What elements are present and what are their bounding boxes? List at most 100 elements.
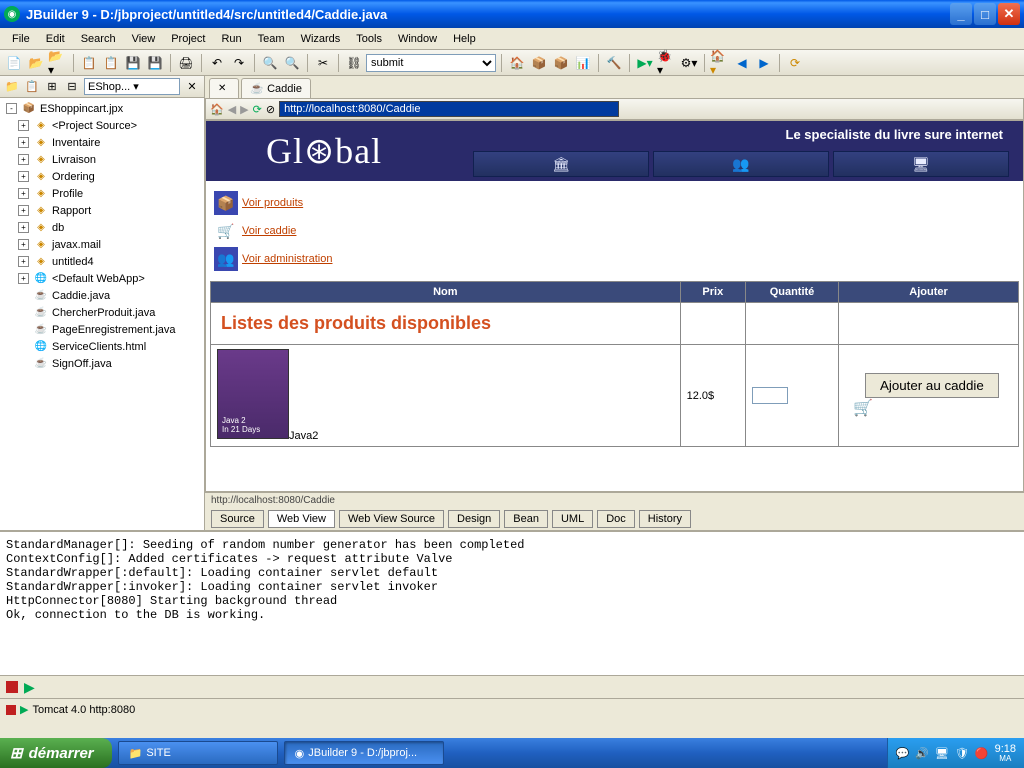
view-tab-design[interactable]: Design — [448, 510, 500, 528]
sidebar-icon2[interactable]: 📋 — [24, 79, 40, 95]
open-icon[interactable]: 📂 — [26, 53, 46, 73]
maximize-button[interactable]: □ — [974, 3, 996, 25]
tree-item[interactable]: ☕PageEnregistrement.java — [2, 321, 202, 338]
refresh-icon[interactable]: ⟳ — [785, 53, 805, 73]
tree-item[interactable]: -📦EShoppincart.jpx — [2, 100, 202, 117]
close-button[interactable]: ✕ — [998, 3, 1020, 25]
tree-item[interactable]: +◈Inventaire — [2, 134, 202, 151]
tree-item[interactable]: ☕SignOff.java — [2, 355, 202, 372]
menu-edit[interactable]: Edit — [38, 31, 73, 47]
debug-icon[interactable]: 🐞▾ — [657, 53, 677, 73]
menu-file[interactable]: File — [4, 31, 38, 47]
add-to-cart-button[interactable]: Ajouter au caddie — [865, 373, 999, 398]
browser-back-icon[interactable]: ◀ — [228, 103, 236, 116]
tab-close[interactable]: ✕ — [209, 78, 239, 98]
optimize-icon[interactable]: ⚙▾ — [679, 53, 699, 73]
system-tray[interactable]: 💬 🔊 🖥 🛡 🔴 9:18 MA — [887, 738, 1024, 768]
menu-tools[interactable]: Tools — [348, 31, 390, 47]
tree-item[interactable]: ☕Caddie.java — [2, 287, 202, 304]
sidebar-close-icon[interactable]: ✕ — [184, 79, 200, 95]
view-tab-doc[interactable]: Doc — [597, 510, 635, 528]
view-tab-uml[interactable]: UML — [552, 510, 593, 528]
browser-fwd-icon[interactable]: ▶ — [240, 103, 248, 116]
console-output[interactable]: StandardManager[]: Seeding of random num… — [0, 530, 1024, 676]
browser-stop-icon[interactable]: ⊘ — [266, 103, 275, 116]
menu-view[interactable]: View — [124, 31, 164, 47]
taskbar-task[interactable]: 📁SITE — [118, 741, 278, 765]
view-tab-bean[interactable]: Bean — [504, 510, 548, 528]
fwd-icon[interactable]: ▶ — [754, 53, 774, 73]
find-icon[interactable]: 🔍 — [260, 53, 280, 73]
start-button[interactable]: ⊞ démarrer — [0, 738, 112, 768]
tree-item[interactable]: +◈Livraison — [2, 151, 202, 168]
run-config-combo[interactable]: submit — [366, 54, 496, 72]
home-icon[interactable]: 🏠▾ — [710, 53, 730, 73]
navstrip-3[interactable]: 🖥 — [833, 151, 1009, 177]
browser-home-icon[interactable]: 🏠 — [210, 103, 224, 116]
tree-item[interactable]: +◈db — [2, 219, 202, 236]
tree-item[interactable]: +◈Ordering — [2, 168, 202, 185]
navstrip-1[interactable]: 🏛 — [473, 151, 649, 177]
server-stop-icon[interactable] — [6, 705, 16, 715]
server-tab-label[interactable]: Tomcat 4.0 http:8080 — [32, 704, 135, 716]
tray-icon[interactable]: 💬 — [896, 747, 910, 760]
web-link-anchor[interactable]: Voir administration — [242, 253, 333, 265]
web-link-anchor[interactable]: Voir produits — [242, 197, 303, 209]
nav1-icon[interactable]: 🏠 — [507, 53, 527, 73]
tree-item[interactable]: +◈<Project Source> — [2, 117, 202, 134]
menu-search[interactable]: Search — [73, 31, 124, 47]
view-tab-history[interactable]: History — [639, 510, 691, 528]
menu-help[interactable]: Help — [445, 31, 484, 47]
qty-input[interactable] — [752, 387, 788, 404]
nav2-icon[interactable]: 📦 — [529, 53, 549, 73]
run-icon[interactable]: ▶▾ — [635, 53, 655, 73]
tray-icon[interactable]: 🛡 — [955, 747, 969, 760]
play-button[interactable]: ▶ — [24, 679, 35, 696]
browser-reload-icon[interactable]: ⟳ — [253, 103, 262, 116]
view-tab-web-view[interactable]: Web View — [268, 510, 335, 528]
web-link-anchor[interactable]: Voir caddie — [242, 225, 296, 237]
cut-icon[interactable]: ✂ — [313, 53, 333, 73]
tree-item[interactable]: +◈untitled4 — [2, 253, 202, 270]
paste-icon[interactable]: 📋 — [101, 53, 121, 73]
save-icon[interactable]: 💾 — [123, 53, 143, 73]
menu-run[interactable]: Run — [213, 31, 249, 47]
navstrip-2[interactable]: 👥 — [653, 151, 829, 177]
tree-item[interactable]: +◈Rapport — [2, 202, 202, 219]
build-icon[interactable]: 🔨 — [604, 53, 624, 73]
tray-icon[interactable]: 🔊 — [915, 747, 929, 760]
tree-item[interactable]: 🌐ServiceClients.html — [2, 338, 202, 355]
menu-project[interactable]: Project — [163, 31, 213, 47]
saveall-icon[interactable]: 💾 — [145, 53, 165, 73]
minimize-button[interactable]: _ — [950, 3, 972, 25]
nav3-icon[interactable]: 📦 — [551, 53, 571, 73]
address-input[interactable] — [279, 101, 619, 117]
view-tab-web-view-source[interactable]: Web View Source — [339, 510, 444, 528]
stop-button[interactable] — [6, 681, 18, 693]
sidebar-icon4[interactable]: ⊟ — [64, 79, 80, 95]
project-selector[interactable]: EShop... ▾ — [84, 78, 180, 95]
run-target-icon[interactable]: ⛓ — [344, 53, 364, 73]
undo-icon[interactable]: ↶ — [207, 53, 227, 73]
replace-icon[interactable]: 🔍 — [282, 53, 302, 73]
tree-item[interactable]: +🌐<Default WebApp> — [2, 270, 202, 287]
tray-icon[interactable]: 🖥 — [935, 747, 949, 760]
menu-team[interactable]: Team — [250, 31, 293, 47]
menu-wizards[interactable]: Wizards — [293, 31, 349, 47]
sidebar-icon1[interactable]: 📁 — [4, 79, 20, 95]
tree-item[interactable]: ☕ChercherProduit.java — [2, 304, 202, 321]
print-icon[interactable]: 🖨 — [176, 53, 196, 73]
tree-item[interactable]: +◈Profile — [2, 185, 202, 202]
taskbar-task[interactable]: ◉JBuilder 9 - D:/jbproj... — [284, 741, 444, 765]
menu-window[interactable]: Window — [390, 31, 445, 47]
redo-icon[interactable]: ↷ — [229, 53, 249, 73]
nav4-icon[interactable]: 📊 — [573, 53, 593, 73]
tray-icon[interactable]: 🔴 — [975, 747, 989, 760]
tab-caddie[interactable]: ☕ Caddie — [241, 78, 311, 98]
copy-icon[interactable]: 📋 — [79, 53, 99, 73]
reopen-icon[interactable]: 📂▾ — [48, 53, 68, 73]
clock[interactable]: 9:18 MA — [995, 744, 1016, 763]
sidebar-icon3[interactable]: ⊞ — [44, 79, 60, 95]
project-tree[interactable]: -📦EShoppincart.jpx+◈<Project Source>+◈In… — [0, 98, 204, 530]
back-icon[interactable]: ◀ — [732, 53, 752, 73]
